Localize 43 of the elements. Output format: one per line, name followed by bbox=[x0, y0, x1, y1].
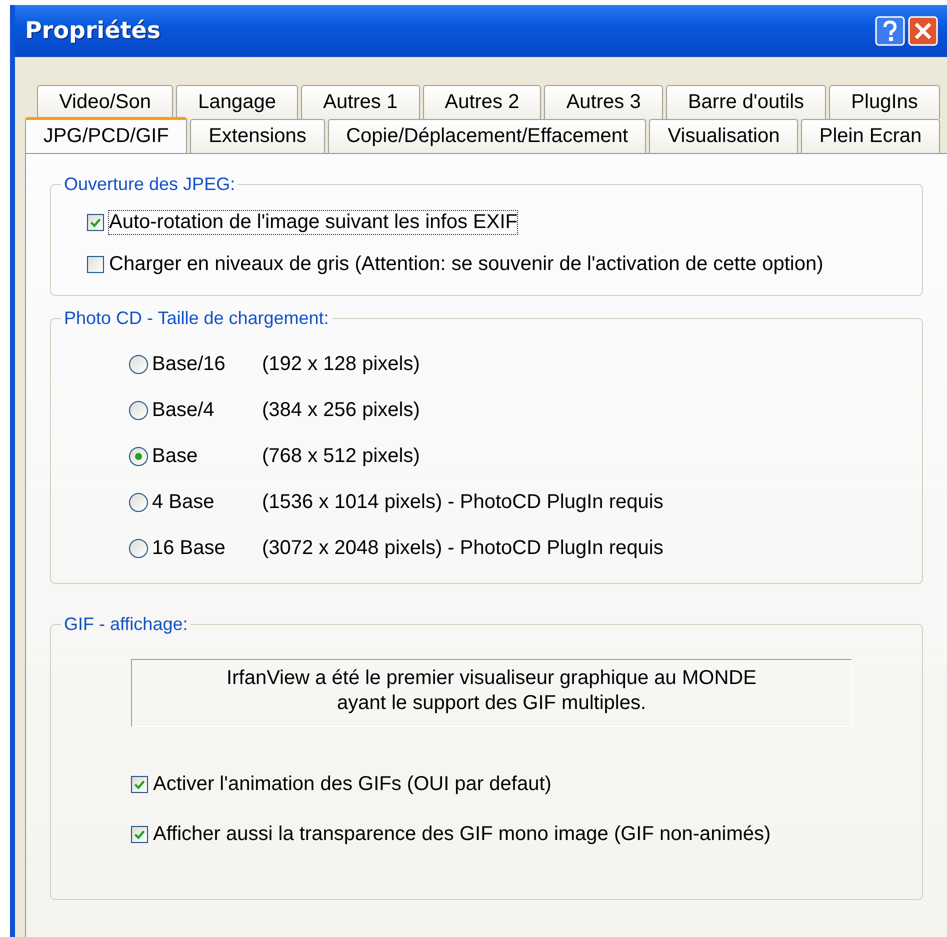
radio-button[interactable] bbox=[129, 538, 148, 558]
checkbox-label[interactable]: Auto-rotation de l'image suivant les infos EXIF bbox=[108, 210, 518, 234]
checkbox-label[interactable]: Afficher aussi la transparence des GIF mono image (GIF non-animés) bbox=[152, 822, 772, 846]
checkbox-label[interactable]: Activer l'animation des GIFs (OUI par defaut) bbox=[152, 772, 552, 796]
radio-button[interactable] bbox=[129, 400, 148, 420]
radio-button[interactable] bbox=[129, 446, 148, 466]
tab[interactable]: Autres 2 bbox=[422, 85, 542, 119]
group-title: GIF - affichage: bbox=[63, 614, 189, 635]
checkbox-label[interactable]: Charger en niveaux de gris (Attention: se souvenir de l'activation de cette option) bbox=[108, 252, 824, 276]
help-button[interactable] bbox=[875, 16, 905, 46]
radio-detail: (384 x 256 pixels) bbox=[262, 398, 420, 422]
tab[interactable]: Autres 1 bbox=[301, 85, 420, 119]
checkbox[interactable] bbox=[87, 256, 104, 272]
tab[interactable]: PlugIns bbox=[829, 85, 940, 119]
radio-button[interactable] bbox=[129, 492, 148, 512]
checkbox[interactable] bbox=[87, 214, 104, 230]
checkbox[interactable] bbox=[131, 776, 148, 792]
window-title: Propriétés bbox=[25, 18, 161, 44]
tab[interactable]: Video/Son bbox=[37, 85, 174, 119]
tab[interactable]: Autres 3 bbox=[544, 85, 663, 119]
close-button[interactable] bbox=[908, 16, 938, 46]
tab[interactable]: Visualisation bbox=[649, 119, 798, 153]
radio-detail: (3072 x 2048 pixels) - PhotoCD PlugIn requis bbox=[262, 536, 664, 560]
tab[interactable]: JPG/PCD/GIF bbox=[25, 117, 188, 153]
group-title: Ouverture des JPEG: bbox=[63, 174, 236, 195]
tab[interactable]: Langage bbox=[176, 85, 298, 119]
group-title: Photo CD - Taille de chargement: bbox=[63, 308, 330, 329]
radio-label[interactable]: Base/16 bbox=[152, 352, 262, 376]
radio-label[interactable]: 4 Base bbox=[152, 490, 262, 514]
radio-button[interactable] bbox=[129, 354, 148, 374]
checkbox[interactable] bbox=[131, 826, 148, 842]
info-text: ayant le support des GIF multiples. bbox=[336, 691, 646, 716]
radio-detail: (768 x 512 pixels) bbox=[262, 444, 420, 468]
radio-label[interactable]: Base/4 bbox=[152, 398, 262, 422]
tab[interactable]: Barre d'outils bbox=[666, 85, 826, 119]
tab[interactable]: Extensions bbox=[190, 119, 325, 153]
radio-detail: (1536 x 1014 pixels) - PhotoCD PlugIn requis bbox=[262, 490, 664, 514]
radio-label[interactable]: 16 Base bbox=[152, 536, 262, 560]
tab[interactable]: Copie/Déplacement/Effacement bbox=[328, 119, 646, 153]
tab[interactable]: Plein Ecran bbox=[801, 119, 940, 153]
radio-detail: (192 x 128 pixels) bbox=[262, 352, 420, 376]
radio-label[interactable]: Base bbox=[152, 444, 262, 468]
info-text: IrfanView a été le premier visualiseur graphique au MONDE bbox=[226, 666, 756, 691]
